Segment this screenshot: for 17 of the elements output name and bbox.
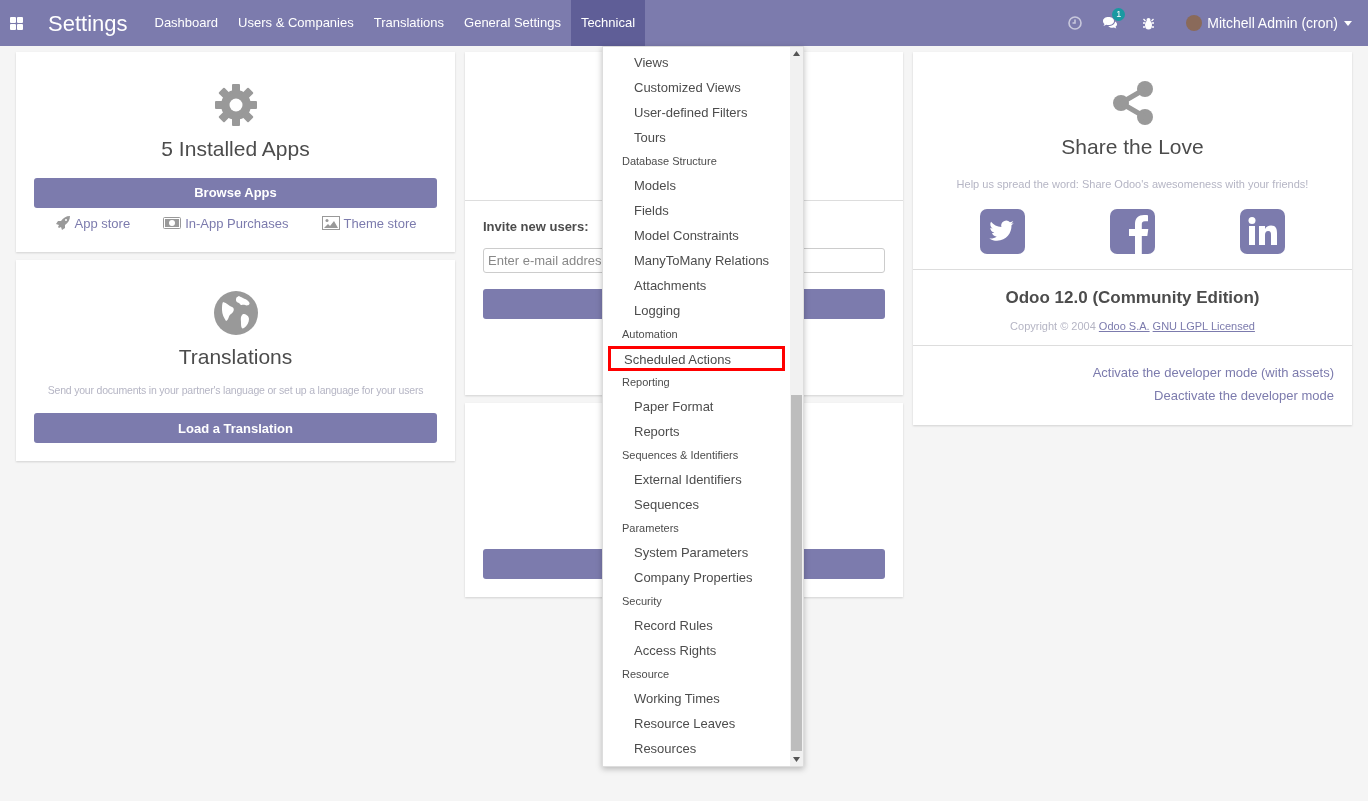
card-description: Help us spread the word: Share Odoo's awesomeness with your friends!	[956, 176, 1309, 192]
copyright-text: Copyright © 2004	[1010, 318, 1096, 334]
menu-section-header: Database Structure	[621, 154, 718, 169]
card-title: Share the Love	[1061, 134, 1204, 160]
menu-section-header: Resource	[621, 667, 671, 682]
card-title: 5 Installed Apps	[161, 136, 310, 162]
menu-section-header: Parameters	[621, 521, 680, 536]
version-title: Odoo 12.0 (Community Edition)	[1005, 287, 1260, 309]
menu-section-header: Sequences & Identifiers	[621, 448, 740, 463]
invite-label: Invite new users:	[483, 218, 589, 236]
app-title: Settings	[48, 9, 128, 38]
menu-section-header: Security	[621, 594, 663, 609]
menu-section-header: Reporting	[621, 375, 671, 390]
menu-section-header: Automation	[621, 327, 679, 342]
card-title: Translations	[178, 344, 293, 370]
card-description: Send your documents in your partner's language or set up a language for your users	[47, 382, 424, 398]
message-count-badge: 1	[1112, 8, 1126, 21]
